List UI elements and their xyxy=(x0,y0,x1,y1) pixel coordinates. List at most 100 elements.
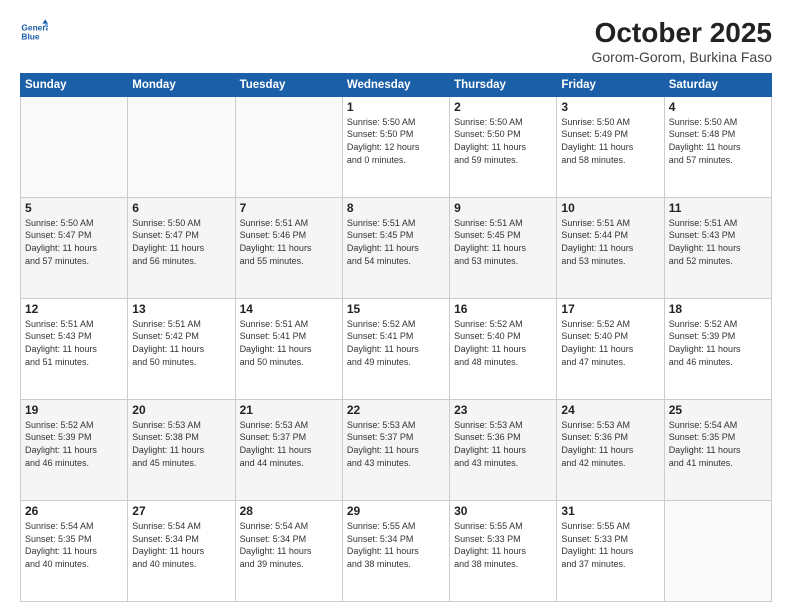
day-number: 8 xyxy=(347,201,445,215)
weekday-header-sunday: Sunday xyxy=(21,73,128,96)
day-number: 15 xyxy=(347,302,445,316)
day-number: 10 xyxy=(561,201,659,215)
calendar-cell: 23Sunrise: 5:53 AM Sunset: 5:36 PM Dayli… xyxy=(450,399,557,500)
day-number: 7 xyxy=(240,201,338,215)
day-number: 20 xyxy=(132,403,230,417)
day-number: 21 xyxy=(240,403,338,417)
cell-info: Sunrise: 5:51 AM Sunset: 5:44 PM Dayligh… xyxy=(561,217,659,267)
day-number: 14 xyxy=(240,302,338,316)
calendar-cell xyxy=(664,500,771,601)
cell-info: Sunrise: 5:53 AM Sunset: 5:36 PM Dayligh… xyxy=(454,419,552,469)
cell-info: Sunrise: 5:51 AM Sunset: 5:41 PM Dayligh… xyxy=(240,318,338,368)
header: General Blue October 2025 Gorom-Gorom, B… xyxy=(20,18,772,65)
day-number: 25 xyxy=(669,403,767,417)
weekday-header-wednesday: Wednesday xyxy=(342,73,449,96)
calendar-cell xyxy=(128,96,235,197)
cell-info: Sunrise: 5:51 AM Sunset: 5:42 PM Dayligh… xyxy=(132,318,230,368)
calendar-cell: 31 Sunrise: 5:55 AM Sunset: 5:33 PM Dayli… xyxy=(557,500,664,601)
day-number: 18 xyxy=(669,302,767,316)
cell-info: Sunrise: 5:53 AM Sunset: 5:37 PM Dayligh… xyxy=(347,419,445,469)
day-number: 27 xyxy=(132,504,230,518)
calendar-cell: 17 Sunrise: 5:52 AM Sunset: 5:40 PM Dayli… xyxy=(557,298,664,399)
cell-info: Sunrise: 5:50 AM Sunset: 5:50 PM Dayligh… xyxy=(347,116,445,166)
calendar-cell: 25 Sunrise: 5:54 AM Sunset: 5:35 PM Dayli… xyxy=(664,399,771,500)
cell-info: Sunrise: 5:52 AM Sunset: 5:39 PM Dayligh… xyxy=(669,318,767,368)
cell-info: Sunrise: 5:52 AM Sunset: 5:39 PM Dayligh… xyxy=(25,419,123,469)
calendar-cell: 3Sunrise: 5:50 AM Sunset: 5:49 PM Daylig… xyxy=(557,96,664,197)
logo: General Blue xyxy=(20,18,48,46)
day-number: 12 xyxy=(25,302,123,316)
calendar-week-5: 26 Sunrise: 5:54 AM Sunset: 5:35 PM Dayli… xyxy=(21,500,772,601)
calendar-cell: 13 Sunrise: 5:51 AM Sunset: 5:42 PM Dayli… xyxy=(128,298,235,399)
calendar-cell: 28 Sunrise: 5:54 AM Sunset: 5:34 PM Dayli… xyxy=(235,500,342,601)
cell-info: Sunrise: 5:52 AM Sunset: 5:41 PM Dayligh… xyxy=(347,318,445,368)
day-number: 24 xyxy=(561,403,659,417)
cell-info: Sunrise: 5:50 AM Sunset: 5:47 PM Dayligh… xyxy=(132,217,230,267)
cell-info: Sunrise: 5:51 AM Sunset: 5:45 PM Dayligh… xyxy=(454,217,552,267)
day-number: 26 xyxy=(25,504,123,518)
cell-info: Sunrise: 5:51 AM Sunset: 5:46 PM Dayligh… xyxy=(240,217,338,267)
calendar-cell: 18 Sunrise: 5:52 AM Sunset: 5:39 PM Dayli… xyxy=(664,298,771,399)
calendar-cell: 15 Sunrise: 5:52 AM Sunset: 5:41 PM Dayli… xyxy=(342,298,449,399)
cell-info: Sunrise: 5:54 AM Sunset: 5:35 PM Dayligh… xyxy=(669,419,767,469)
day-number: 19 xyxy=(25,403,123,417)
cell-info: Sunrise: 5:50 AM Sunset: 5:47 PM Dayligh… xyxy=(25,217,123,267)
cell-info: Sunrise: 5:53 AM Sunset: 5:38 PM Dayligh… xyxy=(132,419,230,469)
logo-icon: General Blue xyxy=(20,18,48,46)
calendar-cell: 10 Sunrise: 5:51 AM Sunset: 5:44 PM Dayli… xyxy=(557,197,664,298)
calendar-cell: 20 Sunrise: 5:53 AM Sunset: 5:38 PM Dayli… xyxy=(128,399,235,500)
calendar-cell xyxy=(235,96,342,197)
day-number: 4 xyxy=(669,100,767,114)
calendar-cell: 8 Sunrise: 5:51 AM Sunset: 5:45 PM Daylig… xyxy=(342,197,449,298)
calendar-table: SundayMondayTuesdayWednesdayThursdayFrid… xyxy=(20,73,772,602)
subtitle: Gorom-Gorom, Burkina Faso xyxy=(592,49,773,65)
day-number: 29 xyxy=(347,504,445,518)
day-number: 28 xyxy=(240,504,338,518)
cell-info: Sunrise: 5:55 AM Sunset: 5:34 PM Dayligh… xyxy=(347,520,445,570)
calendar-cell: 24 Sunrise: 5:53 AM Sunset: 5:36 PM Dayli… xyxy=(557,399,664,500)
calendar-week-3: 12Sunrise: 5:51 AM Sunset: 5:43 PM Dayli… xyxy=(21,298,772,399)
cell-info: Sunrise: 5:54 AM Sunset: 5:35 PM Dayligh… xyxy=(25,520,123,570)
day-number: 13 xyxy=(132,302,230,316)
day-number: 2 xyxy=(454,100,552,114)
day-number: 5 xyxy=(25,201,123,215)
cell-info: Sunrise: 5:51 AM Sunset: 5:43 PM Dayligh… xyxy=(669,217,767,267)
weekday-header-monday: Monday xyxy=(128,73,235,96)
day-number: 16 xyxy=(454,302,552,316)
calendar-week-2: 5 Sunrise: 5:50 AM Sunset: 5:47 PM Daylig… xyxy=(21,197,772,298)
calendar-cell: 30Sunrise: 5:55 AM Sunset: 5:33 PM Dayli… xyxy=(450,500,557,601)
title-area: October 2025 Gorom-Gorom, Burkina Faso xyxy=(592,18,773,65)
calendar-cell: 7 Sunrise: 5:51 AM Sunset: 5:46 PM Daylig… xyxy=(235,197,342,298)
weekday-header-saturday: Saturday xyxy=(664,73,771,96)
cell-info: Sunrise: 5:55 AM Sunset: 5:33 PM Dayligh… xyxy=(561,520,659,570)
day-number: 11 xyxy=(669,201,767,215)
calendar-cell: 14 Sunrise: 5:51 AM Sunset: 5:41 PM Dayli… xyxy=(235,298,342,399)
cell-info: Sunrise: 5:52 AM Sunset: 5:40 PM Dayligh… xyxy=(454,318,552,368)
month-title: October 2025 xyxy=(592,18,773,49)
cell-info: Sunrise: 5:53 AM Sunset: 5:36 PM Dayligh… xyxy=(561,419,659,469)
day-number: 31 xyxy=(561,504,659,518)
cell-info: Sunrise: 5:53 AM Sunset: 5:37 PM Dayligh… xyxy=(240,419,338,469)
weekday-header-thursday: Thursday xyxy=(450,73,557,96)
day-number: 30 xyxy=(454,504,552,518)
cell-info: Sunrise: 5:52 AM Sunset: 5:40 PM Dayligh… xyxy=(561,318,659,368)
weekday-header-friday: Friday xyxy=(557,73,664,96)
weekday-header-tuesday: Tuesday xyxy=(235,73,342,96)
calendar-cell: 6Sunrise: 5:50 AM Sunset: 5:47 PM Daylig… xyxy=(128,197,235,298)
cell-info: Sunrise: 5:50 AM Sunset: 5:50 PM Dayligh… xyxy=(454,116,552,166)
cell-info: Sunrise: 5:54 AM Sunset: 5:34 PM Dayligh… xyxy=(132,520,230,570)
cell-info: Sunrise: 5:54 AM Sunset: 5:34 PM Dayligh… xyxy=(240,520,338,570)
cell-info: Sunrise: 5:51 AM Sunset: 5:45 PM Dayligh… xyxy=(347,217,445,267)
day-number: 22 xyxy=(347,403,445,417)
weekday-header-row: SundayMondayTuesdayWednesdayThursdayFrid… xyxy=(21,73,772,96)
day-number: 17 xyxy=(561,302,659,316)
calendar-cell: 19 Sunrise: 5:52 AM Sunset: 5:39 PM Dayli… xyxy=(21,399,128,500)
calendar-cell: 11 Sunrise: 5:51 AM Sunset: 5:43 PM Dayli… xyxy=(664,197,771,298)
calendar-cell: 1Sunrise: 5:50 AM Sunset: 5:50 PM Daylig… xyxy=(342,96,449,197)
calendar-cell: 26 Sunrise: 5:54 AM Sunset: 5:35 PM Dayli… xyxy=(21,500,128,601)
day-number: 9 xyxy=(454,201,552,215)
calendar-cell: 9 Sunrise: 5:51 AM Sunset: 5:45 PM Daylig… xyxy=(450,197,557,298)
calendar-cell xyxy=(21,96,128,197)
calendar-cell: 27 Sunrise: 5:54 AM Sunset: 5:34 PM Dayli… xyxy=(128,500,235,601)
calendar-cell: 22 Sunrise: 5:53 AM Sunset: 5:37 PM Dayli… xyxy=(342,399,449,500)
